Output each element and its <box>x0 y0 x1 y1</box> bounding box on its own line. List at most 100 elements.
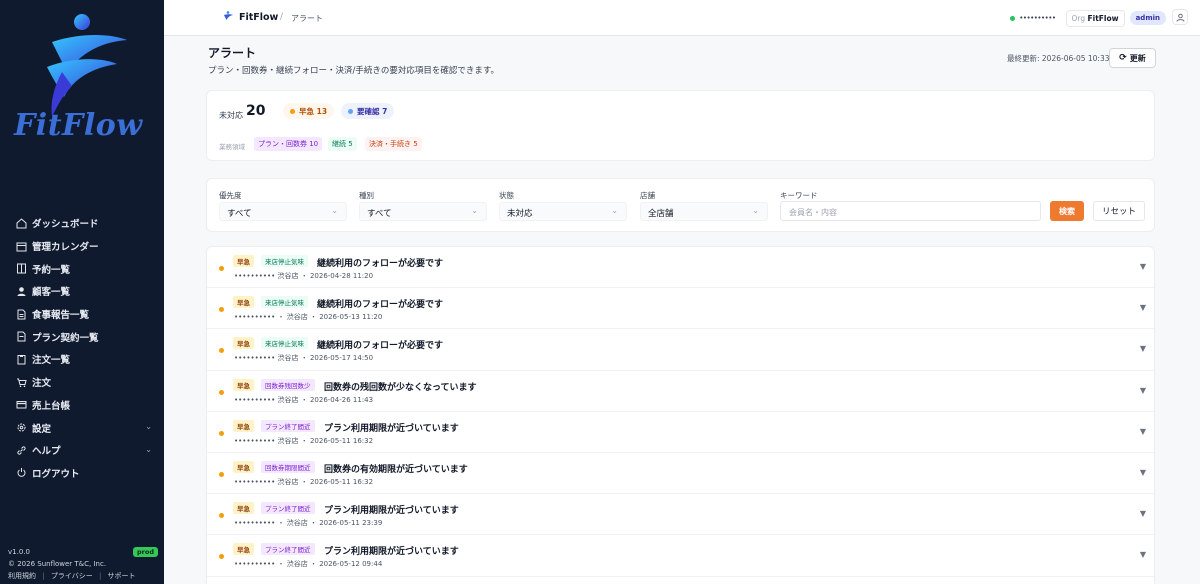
header-brand[interactable]: FitFlow <box>239 12 278 23</box>
alert-row[interactable]: 早急 プラン終了間近 プラン利用期限が近づいています •••••••••• 渋谷… <box>207 412 1154 453</box>
sidebar-item-calendar[interactable]: 管理カレンダー <box>0 235 164 258</box>
urgent-dot <box>290 108 295 114</box>
org-switcher[interactable]: Org FitFlow <box>1065 9 1125 27</box>
alert-meta: •••••••••• ・ 渋谷店 ・ 2026-05-13 11:20 <box>234 313 383 322</box>
urgent-dot <box>219 307 224 313</box>
urgent-dot <box>219 513 224 519</box>
power-icon <box>16 467 27 478</box>
area-tag-plan[interactable]: プラン・回数券 10 <box>254 137 323 151</box>
refresh-label: 更新 <box>1129 53 1146 63</box>
area-tag-payment[interactable]: 決済・手続き 5 <box>365 137 422 151</box>
expand-caret-icon[interactable]: ▼ <box>1140 344 1146 353</box>
priority-badge: 早急 <box>233 255 254 267</box>
terms-link[interactable]: 利用規約 <box>8 572 36 580</box>
alert-row[interactable]: 早急 来店停止気味 継続利用のフォローが必要です •••••••••• 渋谷店 … <box>207 247 1154 289</box>
alert-meta: •••••••••• ・ 渋谷店 ・ 2026-05-12 09:44 <box>234 560 383 569</box>
alert-row[interactable]: 早急 来店停止気味 継続利用のフォローが必要です •••••••••• ・ 渋谷… <box>207 288 1154 330</box>
alert-title: プラン利用期限が近づいています <box>324 423 459 434</box>
document-icon <box>16 331 27 342</box>
alert-title: 回数券の有効期限が近づいています <box>324 465 468 475</box>
chevron-down-icon: ⌄ <box>752 206 759 215</box>
urgent-dot <box>219 389 224 395</box>
status-select[interactable]: 未対応 ⌄ <box>499 202 627 221</box>
expand-caret-icon[interactable]: ▼ <box>1140 427 1146 436</box>
search-button[interactable]: 検索 <box>1050 201 1084 221</box>
priority-select[interactable]: すべて ⌄ <box>219 202 347 221</box>
open-count: 20 <box>246 103 266 119</box>
area-label: 業務領域 <box>219 143 245 151</box>
sidebar-item-label: 注文 <box>32 378 52 390</box>
reset-button[interactable]: リセット <box>1093 201 1145 221</box>
alert-row[interactable]: 早急 プラン終了間近 プラン利用期限が近づいています •••••••••• ・ … <box>207 494 1154 536</box>
sidebar-item-sales-ledger[interactable]: 売上台帳 <box>0 394 164 417</box>
last-updated: 最終更新: 2026-06-05 10:33 <box>1007 54 1110 63</box>
sidebar-item-plan-contracts[interactable]: プラン契約一覧 <box>0 325 164 348</box>
sidebar-item-order[interactable]: 注文 <box>0 371 164 394</box>
priority-badge: 早急 <box>233 378 254 391</box>
sidebar-brand: FitFlow <box>14 108 143 143</box>
sidebar-item-settings[interactable]: 設定 ⌄ <box>0 416 164 439</box>
alert-row[interactable]: 早急 回数券残回数少 回数券の残回数が少なくなっています •••••••••• … <box>207 371 1154 412</box>
expand-caret-icon[interactable]: ▼ <box>1140 468 1146 477</box>
app-version: v1.0.0 <box>8 548 30 556</box>
store-select[interactable]: 全店舗 ⌄ <box>640 202 768 221</box>
support-link[interactable]: サポート <box>108 572 136 580</box>
urgent-count-badge[interactable]: 早急 13 <box>283 103 335 119</box>
card-icon <box>16 399 27 410</box>
expand-caret-icon[interactable]: ▼ <box>1140 550 1146 559</box>
store-value: 全店舗 <box>648 209 674 219</box>
home-icon <box>16 218 27 229</box>
area-tag-continuation[interactable]: 継続 5 <box>328 137 357 151</box>
priority-badge: 早急 <box>233 337 254 350</box>
alert-row[interactable]: 早急 来店停止気味 継続利用のフォローが必要です •••••••••• 渋谷店 … <box>207 329 1154 371</box>
sidebar-item-meal-reports[interactable]: 食事報告一覧 <box>0 303 164 326</box>
sidebar-item-label: 注文一覧 <box>32 355 71 367</box>
refresh-button[interactable]: ⟳ 更新 <box>1109 48 1156 68</box>
open-label: 未対応 <box>219 111 243 120</box>
urgent-dot <box>219 266 224 271</box>
filter-card: 優先度 すべて ⌄ 種別 すべて ⌄ 状態 未対応 ⌄ 店舗 全店舗 ⌄ キーワ… <box>206 178 1155 232</box>
alert-title: プラン利用期限が近づいています <box>324 547 459 558</box>
env-badge: prod <box>133 547 158 557</box>
expand-caret-icon[interactable]: ▼ <box>1140 262 1146 271</box>
expand-caret-icon[interactable]: ▼ <box>1140 509 1146 518</box>
keyword-label: キーワード <box>780 191 818 200</box>
expand-caret-icon[interactable]: ▼ <box>1140 386 1146 395</box>
sidebar-item-label: ログアウト <box>32 468 80 480</box>
connection-status: •••••••••• <box>1019 14 1056 22</box>
priority-label: 優先度 <box>219 191 242 200</box>
user-icon <box>1176 13 1184 22</box>
sidebar-item-help[interactable]: ヘルプ ⌄ <box>0 439 164 462</box>
breadcrumb: アラート <box>291 14 323 23</box>
sidebar-item-logout[interactable]: ログアウト <box>0 462 164 485</box>
alert-meta: •••••••••• 渋谷店 ・ 2026-04-26 11:43 <box>234 395 374 404</box>
sidebar-item-dashboard[interactable]: ダッシュボード <box>0 212 164 235</box>
privacy-link[interactable]: プライバシー <box>51 572 93 580</box>
sidebar-footer: v1.0.0 prod © 2026 Sunflower T&C, Inc. 利… <box>8 547 158 581</box>
type-select[interactable]: すべて ⌄ <box>359 202 487 221</box>
keyword-input[interactable]: 会員名・内容 <box>780 201 1041 221</box>
header-right: •••••••••• Org FitFlow admin <box>1010 9 1166 27</box>
alert-row[interactable]: 早急 回数券期限間近 回数券の有効期限が近づいています •••••••••• 渋… <box>207 453 1154 495</box>
role-badge: admin <box>1129 11 1166 25</box>
page-subtitle: プラン・回数券・継続フォロー・決済/手続きの要対応項目を確認できます。 <box>208 66 500 76</box>
user-menu-button[interactable] <box>1172 9 1188 25</box>
sidebar-item-reservations[interactable]: 予約一覧 <box>0 257 164 280</box>
expand-caret-icon[interactable]: ▼ <box>1140 303 1146 312</box>
alert-title: 継続利用のフォローが必要です <box>317 300 444 311</box>
breadcrumb-separator: / <box>280 12 284 22</box>
alert-row[interactable]: 早急 プラン終了間近 プラン利用期限が近づいています •••••••••• ・ … <box>207 535 1154 577</box>
sidebar-item-customers[interactable]: 顧客一覧 <box>0 280 164 303</box>
alert-meta: •••••••••• 渋谷店 ・ 2026-04-28 11:20 <box>234 272 374 280</box>
category-badge: プラン終了間近 <box>261 419 315 432</box>
category-badge: 来店停止気味 <box>261 296 308 309</box>
sidebar-item-label: 食事報告一覧 <box>32 310 90 322</box>
sidebar-item-orders[interactable]: 注文一覧 <box>0 348 164 371</box>
alert-meta: •••••••••• 渋谷店 ・ 2026-05-11 16:32 <box>234 478 374 486</box>
needs-check-badge[interactable]: 要確認 7 <box>341 103 395 119</box>
fitflow-small-logo <box>224 11 233 20</box>
refresh-icon: ⟳ <box>1119 53 1127 63</box>
book-icon <box>16 263 27 274</box>
sidebar-item-label: 設定 <box>32 423 52 435</box>
status-dot <box>1010 15 1016 21</box>
